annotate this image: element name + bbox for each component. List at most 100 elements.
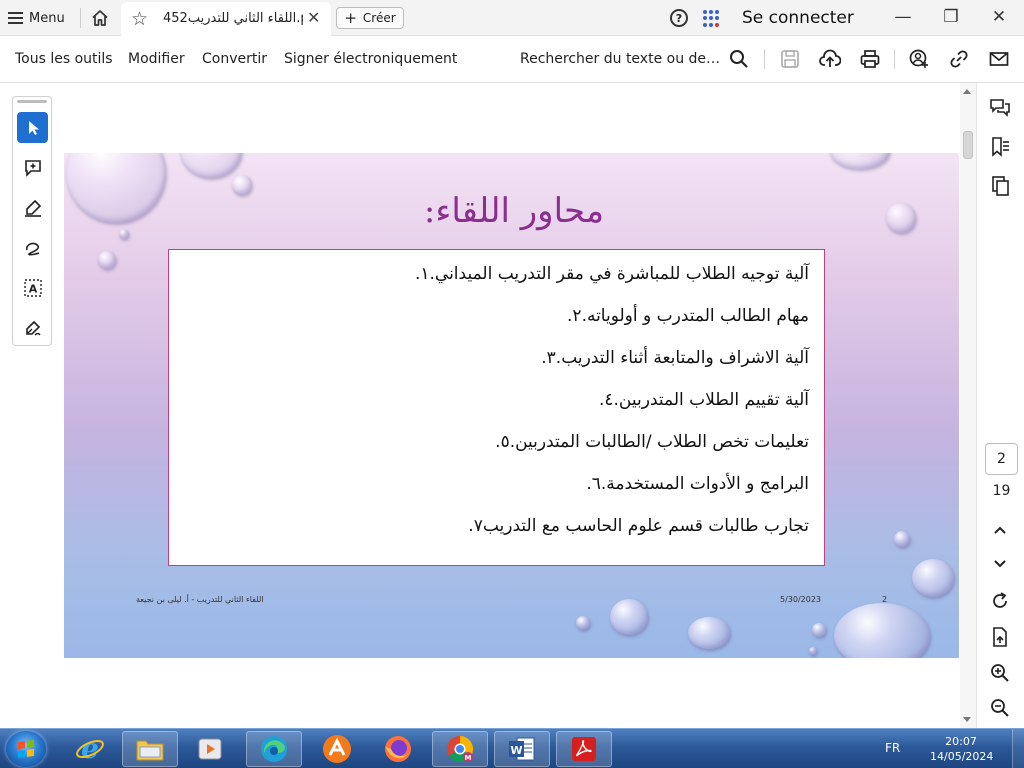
water-drop-decoration <box>830 153 890 169</box>
avast-icon <box>323 735 351 763</box>
start-button[interactable] <box>6 731 46 767</box>
vertical-scrollbar[interactable] <box>960 83 976 728</box>
water-drop-decoration <box>576 616 590 630</box>
system-clock[interactable]: 20:07 14/05/2024 <box>930 734 994 764</box>
document-tab[interactable]: ☆ اللقاء الثاني للتدريب452.pdf ✕ <box>121 2 331 36</box>
divider <box>894 49 895 69</box>
clock-date: 14/05/2024 <box>930 750 994 763</box>
scroll-down-arrow[interactable] <box>963 717 971 722</box>
right-side-panel: 2 19 <box>976 83 1024 728</box>
add-comment-tool[interactable] <box>17 152 48 183</box>
water-drop-decoration <box>812 623 826 637</box>
quick-tools-panel: A <box>12 96 52 346</box>
chrome-taskbar-button[interactable]: M <box>432 731 488 767</box>
text-box-icon: A <box>23 278 42 297</box>
list-item: ٧. تجارب طالبات قسم علوم الحاسب مع التدر… <box>448 512 809 540</box>
star-icon[interactable]: ☆ <box>131 9 148 29</box>
email-icon[interactable] <box>988 48 1010 70</box>
chevron-down-icon[interactable] <box>989 553 1011 575</box>
slide-footer-text: اللقاء الثاني للتدريب - أ. ليلى بن نجيعة <box>136 595 264 604</box>
bookmarks-icon[interactable] <box>989 136 1011 158</box>
close-tab-icon[interactable]: ✕ <box>307 8 320 27</box>
create-button[interactable]: + Créer <box>336 7 404 29</box>
apps-grid-icon[interactable] <box>703 10 720 27</box>
comments-icon[interactable] <box>989 97 1011 119</box>
tab-title: اللقاء الثاني للتدريب452.pdf <box>163 11 303 26</box>
list-text: آلية تقييم الطلاب المتدربين. <box>613 390 809 410</box>
list-number: ٤. <box>598 390 614 410</box>
water-drop-decoration <box>809 647 817 655</box>
menu-button[interactable]: Menu <box>8 6 65 30</box>
water-drop-decoration <box>894 531 910 547</box>
chevron-up-icon[interactable] <box>989 519 1011 541</box>
list-text: البرامج و الأدوات المستخدمة. <box>600 474 809 494</box>
all-tools-menu[interactable]: Tous les outils <box>15 51 113 67</box>
comment-add-icon <box>24 159 41 177</box>
search-input[interactable]: Rechercher du texte ou des outils <box>520 51 722 67</box>
zoom-in-icon[interactable] <box>989 662 1011 684</box>
svg-text:A: A <box>28 282 37 295</box>
list-text: آلية توجيه الطلاب للمباشرة في مقر التدري… <box>429 264 810 284</box>
zoom-out-icon[interactable] <box>989 697 1011 719</box>
water-drop-decoration <box>886 203 916 233</box>
highlight-tool[interactable] <box>17 192 48 223</box>
share-user-icon[interactable] <box>908 48 930 70</box>
svg-text:W: W <box>510 744 522 757</box>
water-drop-decoration <box>98 251 116 269</box>
sign-in-link[interactable]: Se connecter <box>742 8 854 28</box>
link-icon[interactable] <box>948 48 970 70</box>
page-thumbnails-icon[interactable] <box>989 175 1011 197</box>
restore-button[interactable]: ❐ <box>936 4 966 30</box>
internet-explorer-taskbar-button[interactable]: e <box>62 731 118 767</box>
list-number: ٢. <box>567 306 582 326</box>
list-item: ٦. البرامج و الأدوات المستخدمة. <box>566 470 809 498</box>
media-player-taskbar-button[interactable] <box>182 731 238 767</box>
print-icon[interactable] <box>859 48 881 70</box>
select-tool[interactable] <box>17 112 48 143</box>
draw-tool[interactable] <box>17 232 48 263</box>
list-text: آلية الاشراف والمتابعة أثناء التدريب. <box>555 348 809 368</box>
divider <box>80 8 81 28</box>
help-icon[interactable]: ? <box>670 9 688 27</box>
rotate-icon[interactable] <box>989 590 1011 612</box>
slide-footer-page: 2 <box>882 595 888 604</box>
list-number: ٥. <box>495 432 510 452</box>
drag-handle[interactable] <box>17 100 47 103</box>
freehand-draw-icon <box>25 242 39 255</box>
minimize-button[interactable]: — <box>888 4 918 30</box>
show-desktop-button[interactable] <box>1012 729 1024 768</box>
close-window-button[interactable]: ✕ <box>984 4 1014 30</box>
list-number: ٦. <box>586 474 601 494</box>
list-text: تعليمات تخص الطلاب /الطالبات المتدربين. <box>509 432 809 452</box>
plus-icon: + <box>344 8 357 27</box>
e-sign-menu[interactable]: Signer électroniquement <box>284 51 457 67</box>
page-extract-icon[interactable] <box>989 626 1011 648</box>
firefox-taskbar-button[interactable] <box>370 731 426 767</box>
acrobat-taskbar-button[interactable] <box>556 731 612 767</box>
search-icon[interactable] <box>728 48 750 70</box>
text-recognition-tool[interactable]: A <box>17 272 48 303</box>
scrollbar-thumb[interactable] <box>963 131 973 159</box>
scroll-up-arrow[interactable] <box>963 89 971 94</box>
windows-logo-icon <box>18 739 34 759</box>
home-icon[interactable] <box>90 8 110 28</box>
svg-text:M: M <box>465 754 472 762</box>
word-taskbar-button[interactable]: W <box>494 731 550 767</box>
internet-explorer-icon: e <box>76 734 104 764</box>
edge-browser-icon <box>261 736 287 762</box>
cloud-upload-icon[interactable] <box>819 48 841 70</box>
language-indicator[interactable]: FR <box>885 741 900 755</box>
water-drop-decoration <box>180 153 242 178</box>
water-drop-decoration <box>834 603 930 658</box>
list-item: ٥. تعليمات تخص الطلاب /الطالبات المتدربي… <box>475 428 809 456</box>
convert-menu[interactable]: Convertir <box>202 51 267 67</box>
water-drop-decoration <box>912 559 954 597</box>
list-number: ٧. <box>468 516 483 536</box>
save-icon[interactable] <box>779 48 801 70</box>
sign-tool[interactable] <box>17 312 48 343</box>
avast-taskbar-button[interactable] <box>309 731 365 767</box>
file-explorer-taskbar-button[interactable] <box>122 731 178 767</box>
current-page-input[interactable]: 2 <box>985 443 1018 475</box>
edit-menu[interactable]: Modifier <box>128 51 185 67</box>
edge-taskbar-button[interactable] <box>246 731 302 767</box>
